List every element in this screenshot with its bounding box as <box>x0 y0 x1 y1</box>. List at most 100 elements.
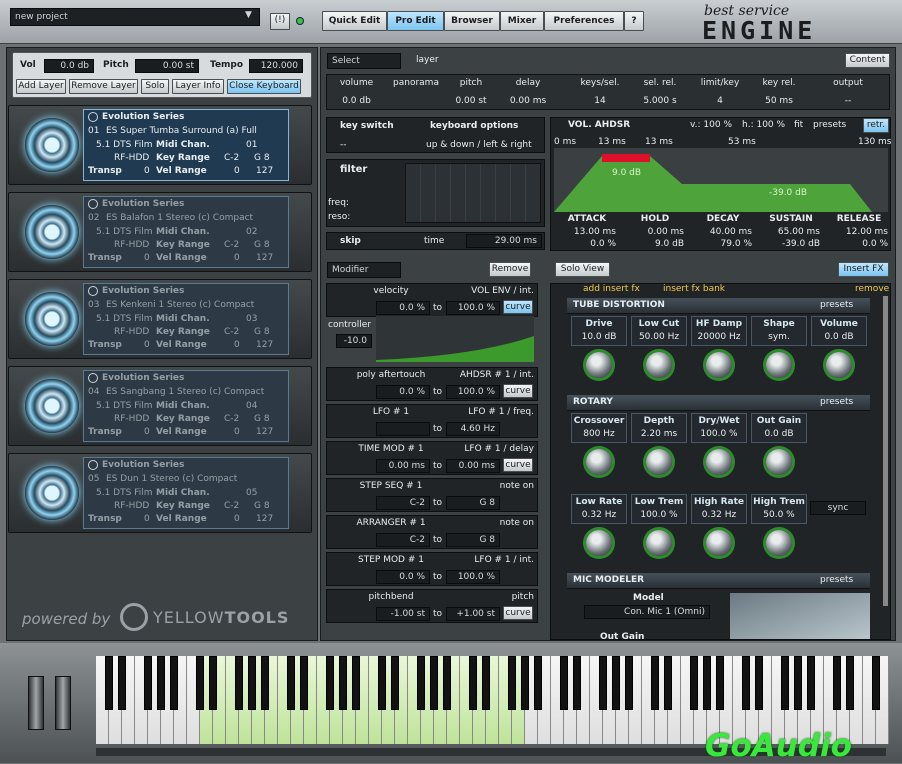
black-key[interactable] <box>612 656 620 710</box>
ahdsr-presets[interactable]: presets <box>813 120 846 130</box>
fx-knob-icon[interactable] <box>766 530 792 556</box>
black-key[interactable] <box>443 656 451 710</box>
slot-transp-label[interactable]: Transp <box>88 514 122 524</box>
slot-midi-label[interactable]: Midi Chan. <box>156 488 210 498</box>
sync-button[interactable]: sync <box>810 501 866 515</box>
modifier-source[interactable]: pitchbend <box>346 592 436 602</box>
black-key[interactable] <box>235 656 243 710</box>
rotary-presets[interactable]: presets <box>820 397 853 407</box>
slot-vel-lo[interactable]: 0 <box>234 427 240 437</box>
instrument-slot[interactable]: Evolution Series 03 ES Kenkeni 1 Stereo (c… <box>8 279 312 359</box>
black-key[interactable] <box>508 656 516 710</box>
slot-keyrange-label[interactable]: Key Range <box>156 414 210 424</box>
fx-param-value[interactable]: 20000 Hz <box>691 332 747 342</box>
slot-keyrange-label[interactable]: Key Range <box>156 327 210 337</box>
fx-param-value[interactable]: 0.0 dB <box>751 429 807 439</box>
slot-transp[interactable]: 0 <box>144 166 150 176</box>
layer-col-value[interactable]: -- <box>810 96 886 106</box>
remove-modifier-button[interactable]: Remove <box>489 262 531 277</box>
slot-ring-icon[interactable] <box>25 292 79 346</box>
slot-midi-chan[interactable]: 01 <box>246 140 257 150</box>
slot-midi-chan[interactable]: 04 <box>246 401 257 411</box>
black-key[interactable] <box>196 656 204 710</box>
slot-output[interactable]: 5.1 DTS Film <box>96 140 152 150</box>
slot-key-hi[interactable]: G 8 <box>254 414 270 424</box>
slot-transp-label[interactable]: Transp <box>88 253 122 263</box>
slot-transp[interactable]: 0 <box>144 253 150 263</box>
slot-velrange-label[interactable]: Vel Range <box>156 427 207 437</box>
fx-knob-icon[interactable] <box>646 352 672 378</box>
slot-series[interactable]: Evolution Series <box>102 112 184 122</box>
black-key[interactable] <box>794 656 802 710</box>
fx-knob-icon[interactable] <box>646 449 672 475</box>
slot-instrument-name[interactable]: ES Super Tumba Surround (a) Full <box>106 126 257 136</box>
layer-col-value[interactable]: 4 <box>690 96 750 106</box>
ahdsr-envelope-graph[interactable] <box>554 148 888 212</box>
modifier-source[interactable]: LFO # 1 <box>346 407 436 417</box>
ahdsr-time-value[interactable]: 65.00 ms <box>760 227 824 237</box>
instrument-slot[interactable]: Evolution Series 05 ES Dun 1 Stereo (c) Co… <box>8 453 312 533</box>
slot-transp-label[interactable]: Transp <box>88 427 122 437</box>
slot-power-icon[interactable] <box>88 286 98 296</box>
black-key[interactable] <box>573 656 581 710</box>
modifier-target[interactable]: AHDSR # 1 / int. <box>446 370 534 380</box>
slot-vel-hi[interactable]: 127 <box>256 427 273 437</box>
slot-number[interactable]: 05 <box>88 474 99 484</box>
fx-knob-icon[interactable] <box>706 530 732 556</box>
layer-info-button[interactable]: Layer Info <box>172 79 224 94</box>
black-key[interactable] <box>482 656 490 710</box>
fx-knob-icon[interactable] <box>706 449 732 475</box>
modifier-from[interactable]: -1.00 st <box>376 607 430 621</box>
fx-knob-icon[interactable] <box>646 530 672 556</box>
slot-key-lo[interactable]: C-2 <box>224 153 239 163</box>
modifier-to[interactable]: G 8 <box>446 533 500 547</box>
black-key[interactable] <box>430 656 438 710</box>
slot-velrange-label[interactable]: Vel Range <box>156 514 207 524</box>
slot-hdd[interactable]: RF-HDD <box>114 153 149 163</box>
slot-midi-label[interactable]: Midi Chan. <box>156 227 210 237</box>
mod-wheel[interactable] <box>55 676 71 730</box>
black-key[interactable] <box>170 656 178 710</box>
modifier-target[interactable]: pitch <box>446 592 534 602</box>
fx-param-value[interactable]: 0.32 Hz <box>691 510 747 520</box>
slot-instrument-name[interactable]: ES Dun 1 Stereo (c) Compact <box>106 474 237 484</box>
black-key[interactable] <box>651 656 659 710</box>
slot-midi-chan[interactable]: 03 <box>246 314 257 324</box>
layer-col-value[interactable]: 0.00 st <box>446 96 496 106</box>
modifier-target[interactable]: note on <box>446 481 534 491</box>
slot-output[interactable]: 5.1 DTS Film <box>96 488 152 498</box>
black-key[interactable] <box>625 656 633 710</box>
black-key[interactable] <box>742 656 750 710</box>
fx-knob-icon[interactable] <box>586 352 612 378</box>
slot-number[interactable]: 04 <box>88 387 99 397</box>
modifier-source[interactable]: ARRANGER # 1 <box>346 518 436 528</box>
keyboard-options-value[interactable]: up & down / left & right <box>426 140 532 150</box>
modifier-source[interactable]: STEP MOD # 1 <box>346 555 436 565</box>
black-key[interactable] <box>833 656 841 710</box>
tab-pro-edit[interactable]: Pro Edit <box>387 11 444 31</box>
slot-series[interactable]: Evolution Series <box>102 460 184 470</box>
slot-midi-chan[interactable]: 05 <box>246 488 257 498</box>
black-key[interactable] <box>716 656 724 710</box>
slot-ring-icon[interactable] <box>25 466 79 520</box>
modifier-from[interactable]: 0.0 % <box>376 301 430 315</box>
filter-graph[interactable] <box>405 163 541 223</box>
ahdsr-curve-value[interactable]: -39.0 dB <box>760 239 824 249</box>
slot-ring-icon[interactable] <box>25 379 79 433</box>
slot-key-lo[interactable]: C-2 <box>224 414 239 424</box>
slot-series[interactable]: Evolution Series <box>102 286 184 296</box>
slot-power-icon[interactable] <box>88 460 98 470</box>
layer-select[interactable]: Select <box>327 53 401 69</box>
modifier-curve-button[interactable]: curve <box>503 384 533 398</box>
close-keyboard-button[interactable]: Close Keyboard <box>227 79 301 94</box>
modifier-curve-button[interactable]: curve <box>503 458 533 472</box>
black-key[interactable] <box>872 656 880 710</box>
fx-knob-icon[interactable] <box>586 530 612 556</box>
slot-hdd[interactable]: RF-HDD <box>114 414 149 424</box>
modifier-to[interactable]: G 8 <box>446 496 500 510</box>
ahdsr-curve-value[interactable]: 79.0 % <box>692 239 756 249</box>
slot-output[interactable]: 5.1 DTS Film <box>96 227 152 237</box>
slot-number[interactable]: 01 <box>88 126 99 136</box>
slot-velrange-label[interactable]: Vel Range <box>156 166 207 176</box>
slot-vel-lo[interactable]: 0 <box>234 514 240 524</box>
